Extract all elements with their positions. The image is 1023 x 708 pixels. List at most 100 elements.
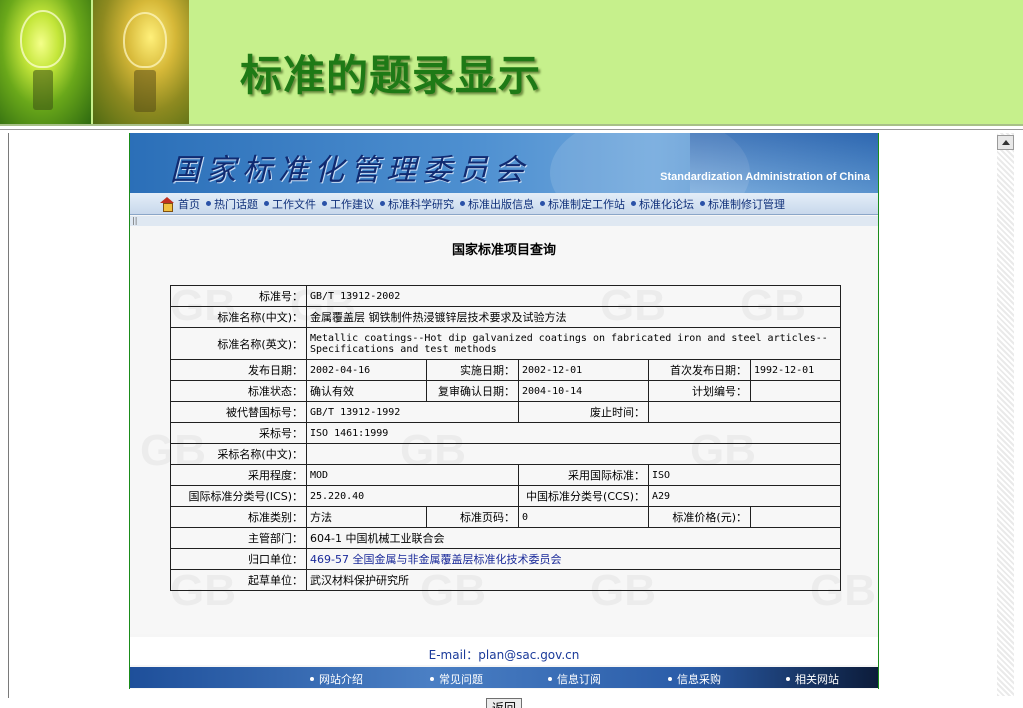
scroll-up-icon[interactable] bbox=[997, 135, 1014, 150]
bullet-icon bbox=[206, 201, 211, 206]
field-label: 复审确认日期： bbox=[426, 380, 519, 402]
table-row: 标准号： GB/T 13912-2002 bbox=[170, 285, 842, 307]
field-value: 604-1 中国机械工业联合会 bbox=[305, 527, 842, 549]
table-row: 标准类别： 方法 标准页码： 0 标准价格(元)： bbox=[170, 506, 842, 528]
field-label: 废止时间： bbox=[518, 401, 649, 423]
field-value: 0 bbox=[518, 506, 649, 528]
owner-link[interactable]: 469-57 全国金属与非金属覆盖层标准化技术委员会 bbox=[305, 548, 842, 570]
slide-header: 标准的题录显示 bbox=[0, 0, 1023, 124]
footer-item-subscribe[interactable]: 信息订阅 bbox=[548, 671, 601, 687]
standard-info-table: 标准号： GB/T 13912-2002 标准名称(中文)： 金属覆盖层 钢铁制… bbox=[170, 285, 842, 591]
site-banner: 国家标准化管理委员会 Standardization Administratio… bbox=[130, 133, 878, 193]
field-label: 实施日期： bbox=[426, 359, 519, 381]
field-value: 金属覆盖层 钢铁制件热浸镀锌层技术要求及试验方法 bbox=[305, 306, 842, 328]
footer-item-purchase[interactable]: 信息采购 bbox=[668, 671, 721, 687]
table-row: 发布日期： 2002-04-16 实施日期： 2002-12-01 首次发布日期… bbox=[170, 359, 842, 381]
table-row: 起草单位： 武汉材料保护研究所 bbox=[170, 569, 842, 591]
field-label: 主管部门： bbox=[170, 527, 307, 549]
lightbulb-image-2 bbox=[93, 0, 189, 124]
field-value: 2002-04-16 bbox=[306, 359, 427, 381]
footer-item-about[interactable]: 网站介绍 bbox=[310, 671, 363, 687]
browser-viewport: 国家标准化管理委员会 Standardization Administratio… bbox=[8, 133, 1018, 708]
field-label: 被代替国标号： bbox=[170, 401, 307, 423]
field-label: 标准类别： bbox=[170, 506, 307, 528]
table-row: 采标名称(中文)： bbox=[170, 443, 842, 465]
field-value bbox=[749, 380, 842, 402]
table-row: 标准状态： 确认有效 复审确认日期： 2004-10-14 计划编号： bbox=[170, 380, 842, 402]
bullet-icon bbox=[631, 201, 636, 206]
field-label: 发布日期： bbox=[170, 359, 307, 381]
field-value: ISO 1461:1999 bbox=[305, 422, 842, 444]
field-label: 标准价格(元)： bbox=[648, 506, 751, 528]
table-row: 标准名称(英文)： Metallic coatings--Hot dip gal… bbox=[170, 327, 842, 360]
bullet-icon bbox=[786, 677, 790, 681]
field-value: MOD bbox=[306, 464, 519, 486]
nav-item-suggestions[interactable]: 工作建议 bbox=[322, 196, 374, 212]
bullet-icon bbox=[668, 677, 672, 681]
nav-item-publishing[interactable]: 标准出版信息 bbox=[460, 196, 534, 212]
table-row: 采标号： ISO 1461:1999 bbox=[170, 422, 842, 444]
bullet-icon bbox=[548, 677, 552, 681]
table-row: 被代替国标号： GB/T 13912-1992 废止时间： bbox=[170, 401, 842, 423]
field-value: 1992-12-01 bbox=[749, 359, 842, 381]
bullet-icon bbox=[264, 201, 269, 206]
field-value: GB/T 13912-2002 bbox=[305, 285, 842, 307]
footer-item-faq[interactable]: 常见问题 bbox=[430, 671, 483, 687]
field-value bbox=[647, 401, 842, 423]
footer-item-related[interactable]: 相关网站 bbox=[786, 671, 839, 687]
nav-item-home[interactable]: 首页 bbox=[178, 196, 200, 212]
table-row: 主管部门： 604-1 中国机械工业联合会 bbox=[170, 527, 842, 549]
header-divider-thin bbox=[0, 129, 1023, 130]
footer-email[interactable]: E-mail：plan@sac.gov.cn bbox=[130, 637, 878, 665]
lightbulb-image bbox=[0, 0, 91, 124]
field-label: 采标名称(中文)： bbox=[170, 443, 307, 465]
bullet-icon bbox=[322, 201, 327, 206]
field-label: 采用国际标准： bbox=[518, 464, 649, 486]
query-heading: 国家标准项目查询 bbox=[451, 243, 556, 258]
bullet-icon bbox=[430, 677, 434, 681]
field-value: 武汉材料保护研究所 bbox=[305, 569, 842, 591]
sac-website: 国家标准化管理委员会 Standardization Administratio… bbox=[129, 133, 879, 708]
field-value: 25.220.40 bbox=[306, 485, 519, 507]
home-icon[interactable] bbox=[160, 197, 174, 212]
field-label: 起草单位： bbox=[170, 569, 307, 591]
nav-item-forum[interactable]: 标准化论坛 bbox=[631, 196, 694, 212]
nav-item-management[interactable]: 标准制修订管理 bbox=[700, 196, 785, 212]
field-label: 标准页码： bbox=[426, 506, 519, 528]
field-label: 中国标准分类号(CCS)： bbox=[518, 485, 649, 507]
nav-item-research[interactable]: 标准科学研究 bbox=[380, 196, 454, 212]
field-label: 标准状态： bbox=[170, 380, 307, 402]
back-button[interactable]: 返回 bbox=[486, 698, 522, 708]
field-value: Metallic coatings--Hot dip galvanized co… bbox=[305, 327, 842, 360]
field-value: 2002-12-01 bbox=[518, 359, 649, 381]
table-row: 标准名称(中文)： 金属覆盖层 钢铁制件热浸镀锌层技术要求及试验方法 bbox=[170, 306, 842, 328]
query-content: GB GB GB GB GB GB GB GB GB GB GB 国家标准项目查… bbox=[130, 226, 878, 708]
bullet-icon bbox=[310, 677, 314, 681]
field-label: 标准名称(英文)： bbox=[170, 327, 307, 360]
field-label: 国际标准分类号(ICS)： bbox=[170, 485, 307, 507]
field-label: 采用程度： bbox=[170, 464, 307, 486]
site-title: 国家标准化管理委员会 bbox=[170, 153, 530, 188]
field-label: 计划编号： bbox=[648, 380, 751, 402]
bullet-icon bbox=[380, 201, 385, 206]
site-nav: 首页 热门话题 工作文件 工作建议 标准科学研究 标准出版信息 标准制定工作站 … bbox=[130, 193, 878, 215]
bullet-icon bbox=[540, 201, 545, 206]
nav-item-hot-topics[interactable]: 热门话题 bbox=[206, 196, 258, 212]
footer-nav: 网站介绍 常见问题 信息订阅 信息采购 相关网站 bbox=[130, 667, 878, 688]
vertical-scrollbar[interactable] bbox=[997, 133, 1014, 696]
field-label: 标准号： bbox=[170, 285, 307, 307]
field-label: 标准名称(中文)： bbox=[170, 306, 307, 328]
nav-item-workstation[interactable]: 标准制定工作站 bbox=[540, 196, 625, 212]
field-value: 2004-10-14 bbox=[518, 380, 649, 402]
field-label: 归口单位： bbox=[170, 548, 307, 570]
field-value: 确认有效 bbox=[306, 380, 427, 402]
field-value bbox=[305, 443, 842, 465]
nav-item-work-docs[interactable]: 工作文件 bbox=[264, 196, 316, 212]
header-divider bbox=[0, 124, 1023, 126]
sub-strip: || bbox=[130, 216, 878, 226]
field-label: 采标号： bbox=[170, 422, 307, 444]
field-value: ISO bbox=[647, 464, 842, 486]
table-row: 国际标准分类号(ICS)： 25.220.40 中国标准分类号(CCS)： A2… bbox=[170, 485, 842, 507]
table-row: 归口单位： 469-57 全国金属与非金属覆盖层标准化技术委员会 bbox=[170, 548, 842, 570]
bullet-icon bbox=[460, 201, 465, 206]
